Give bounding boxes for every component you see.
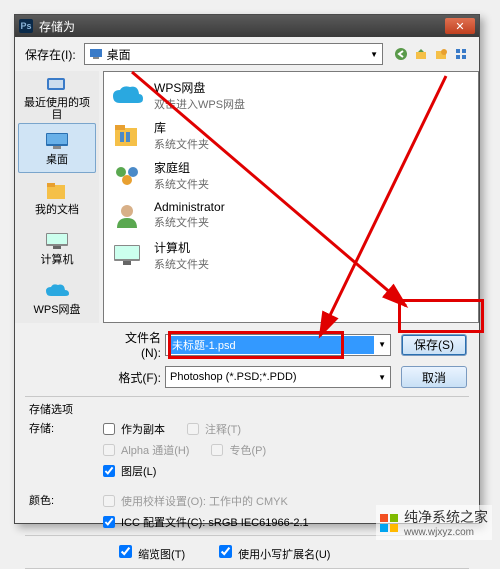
place-computer[interactable]: 计算机 xyxy=(19,224,95,273)
up-icon[interactable] xyxy=(413,46,429,62)
place-recent[interactable]: 最近使用的项目 xyxy=(19,73,95,122)
item-name: 计算机 xyxy=(154,239,209,256)
icc-checkbox[interactable]: ICC 配置文件(C): sRGB IEC61966-2.1 xyxy=(99,513,309,531)
documents-icon xyxy=(43,180,71,202)
bottom-options: 缩览图(T) 使用小写扩展名(U) xyxy=(15,538,479,566)
place-wps[interactable]: WPS网盘 xyxy=(19,273,95,322)
color-label: 颜色: xyxy=(29,492,99,510)
filename-label: 文件名(N): xyxy=(109,329,165,360)
filename-area: 文件名(N): 未标题-1.psd ▼ 保存(S) 格式(F): Photosh… xyxy=(15,323,479,394)
computer-item-icon xyxy=(110,240,144,270)
copy-checkbox[interactable]: 作为副本 xyxy=(99,420,165,438)
back-icon[interactable] xyxy=(393,46,409,62)
homegroup-icon xyxy=(110,160,144,190)
watermark: 纯净系统之家 www.wjxyz.com xyxy=(376,505,492,540)
recent-icon xyxy=(43,73,71,95)
format-label: 格式(F): xyxy=(109,369,165,386)
list-item[interactable]: WPS网盘双击进入WPS网盘 xyxy=(110,76,472,114)
filename-value: 未标题-1.psd xyxy=(170,336,374,354)
watermark-text: 纯净系统之家 xyxy=(404,507,488,527)
user-icon xyxy=(110,200,144,230)
place-label: 桌面 xyxy=(46,154,68,166)
views-icon[interactable] xyxy=(453,46,469,62)
layers-checkbox[interactable]: 图层(L) xyxy=(99,462,156,480)
item-name: 库 xyxy=(154,119,209,136)
chevron-down-icon: ▼ xyxy=(378,373,386,382)
item-sub: 系统文件夹 xyxy=(154,136,209,152)
close-button[interactable]: ✕ xyxy=(445,18,475,34)
cancel-button[interactable]: 取消 xyxy=(401,366,467,388)
place-label: 最近使用的项目 xyxy=(19,97,95,121)
list-item[interactable]: 计算机系统文件夹 xyxy=(110,236,472,274)
options-heading: 存储选项 xyxy=(29,401,99,417)
place-documents[interactable]: 我的文档 xyxy=(19,174,95,223)
item-name: Administrator xyxy=(154,200,225,214)
watermark-url: www.wjxyz.com xyxy=(404,527,488,538)
item-sub: 系统文件夹 xyxy=(154,214,225,230)
alpha-checkbox: Alpha 通道(H) xyxy=(99,441,189,459)
place-desktop[interactable]: 桌面 xyxy=(18,123,96,174)
item-name: 家庭组 xyxy=(154,159,209,176)
titlebar: Ps 存储为 ✕ xyxy=(15,15,479,37)
list-item[interactable]: 家庭组系统文件夹 xyxy=(110,156,472,194)
chevron-down-icon: ▼ xyxy=(370,50,378,59)
item-sub: 系统文件夹 xyxy=(154,176,209,192)
place-label: WPS网盘 xyxy=(33,304,80,316)
save-as-dialog: Ps 存储为 ✕ 保存在(I): 桌面 ▼ 最近使用的项目 桌面 xyxy=(14,14,480,524)
body: 最近使用的项目 桌面 我的文档 计算机 WPS网盘 WPS网盘双击进 xyxy=(15,71,479,323)
lowercase-checkbox[interactable]: 使用小写扩展名(U) xyxy=(215,542,330,562)
desktop-icon xyxy=(43,130,71,152)
thumbnail-checkbox[interactable]: 缩览图(T) xyxy=(115,542,185,562)
save-in-label: 保存在(I): xyxy=(25,46,76,63)
computer-icon xyxy=(43,230,71,252)
place-label: 我的文档 xyxy=(35,204,79,216)
location-value: 桌面 xyxy=(107,46,131,63)
spot-checkbox: 专色(P) xyxy=(207,441,266,459)
location-bar: 保存在(I): 桌面 ▼ xyxy=(15,37,479,71)
close-icon: ✕ xyxy=(455,20,464,33)
places-bar: 最近使用的项目 桌面 我的文档 计算机 WPS网盘 xyxy=(15,71,99,323)
cloud-icon xyxy=(43,280,71,302)
filename-input[interactable]: 未标题-1.psd ▼ xyxy=(165,334,391,356)
notes-checkbox: 注释(T) xyxy=(183,420,241,438)
cmyk-checkbox: 使用校样设置(O): 工作中的 CMYK xyxy=(99,492,288,510)
storage-label: 存储: xyxy=(29,420,99,438)
watermark-icon xyxy=(380,514,398,532)
item-sub: 系统文件夹 xyxy=(154,256,209,272)
divider xyxy=(25,396,469,397)
place-label: 计算机 xyxy=(41,254,74,266)
file-list[interactable]: WPS网盘双击进入WPS网盘 库系统文件夹 家庭组系统文件夹 Administr… xyxy=(103,71,479,323)
item-sub: 双击进入WPS网盘 xyxy=(154,96,245,112)
cloud-icon xyxy=(110,80,144,110)
new-folder-icon[interactable] xyxy=(433,46,449,62)
format-value: Photoshop (*.PSD;*.PDD) xyxy=(170,371,374,383)
libraries-icon xyxy=(110,120,144,150)
list-item[interactable]: Administrator系统文件夹 xyxy=(110,196,472,234)
format-combo[interactable]: Photoshop (*.PSD;*.PDD) ▼ xyxy=(165,366,391,388)
save-button[interactable]: 保存(S) xyxy=(401,334,467,356)
photoshop-icon: Ps xyxy=(19,19,33,33)
list-item[interactable]: 库系统文件夹 xyxy=(110,116,472,154)
location-combo[interactable]: 桌面 ▼ xyxy=(84,43,383,65)
item-name: WPS网盘 xyxy=(154,79,245,96)
nav-icons xyxy=(393,46,469,62)
chevron-down-icon: ▼ xyxy=(378,340,386,349)
desktop-small-icon xyxy=(89,48,103,60)
dialog-title: 存储为 xyxy=(39,18,445,35)
